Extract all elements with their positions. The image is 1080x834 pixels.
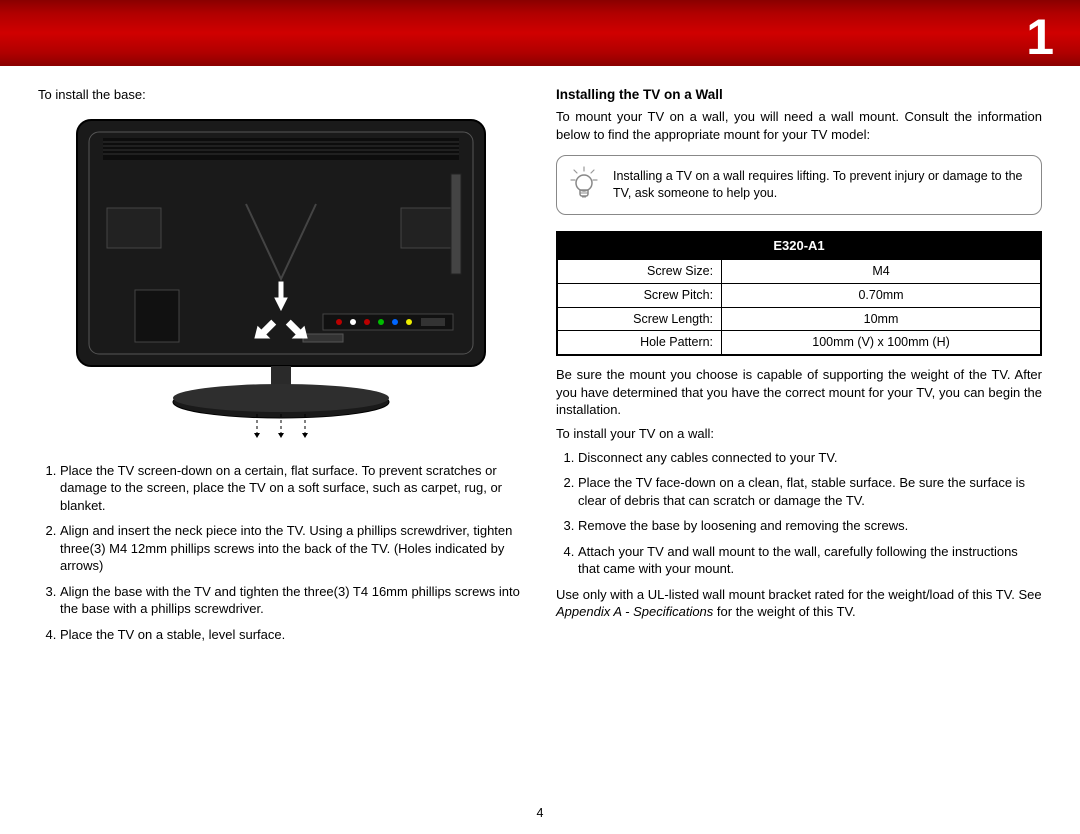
base-install-intro: To install the base: [38, 86, 524, 104]
list-item: Align and insert the neck piece into the… [60, 522, 524, 575]
lightbulb-icon [569, 166, 599, 204]
left-column: To install the base: [38, 86, 524, 651]
table-row: Screw Size:M4 [557, 259, 1041, 283]
header-bar: 1 [0, 0, 1080, 66]
page-content: To install the base: [0, 66, 1080, 661]
safety-callout: Installing a TV on a wall requires lifti… [556, 155, 1042, 215]
after-table-text: Be sure the mount you choose is capable … [556, 366, 1042, 419]
list-item: Align the base with the TV and tighten t… [60, 583, 524, 618]
table-row: Screw Pitch:0.70mm [557, 283, 1041, 307]
tv-rear-figure [71, 114, 491, 444]
wall-install-heading: Installing the TV on a Wall [556, 86, 1042, 104]
page-number: 4 [0, 805, 1080, 822]
ul-listed-note: Use only with a UL-listed wall mount bra… [556, 586, 1042, 621]
table-row: Hole Pattern:100mm (V) x 100mm (H) [557, 331, 1041, 355]
list-item: Remove the base by loosening and removin… [578, 517, 1042, 535]
right-column: Installing the TV on a Wall To mount you… [556, 86, 1042, 651]
chapter-number: 1 [1026, 4, 1054, 72]
spec-table-header: E320-A1 [557, 232, 1041, 259]
table-row: Screw Length:10mm [557, 307, 1041, 331]
spec-table: E320-A1 Screw Size:M4 Screw Pitch:0.70mm… [556, 231, 1042, 356]
wall-steps-intro: To install your TV on a wall: [556, 425, 1042, 443]
list-item: Place the TV on a stable, level surface. [60, 626, 524, 644]
list-item: Disconnect any cables connected to your … [578, 449, 1042, 467]
wall-install-intro: To mount your TV on a wall, you will nee… [556, 108, 1042, 143]
list-item: Attach your TV and wall mount to the wal… [578, 543, 1042, 578]
base-install-steps: Place the TV screen-down on a certain, f… [38, 462, 524, 644]
callout-text: Installing a TV on a wall requires lifti… [613, 168, 1027, 203]
wall-install-steps: Disconnect any cables connected to your … [556, 449, 1042, 578]
list-item: Place the TV face-down on a clean, flat,… [578, 474, 1042, 509]
list-item: Place the TV screen-down on a certain, f… [60, 462, 524, 515]
